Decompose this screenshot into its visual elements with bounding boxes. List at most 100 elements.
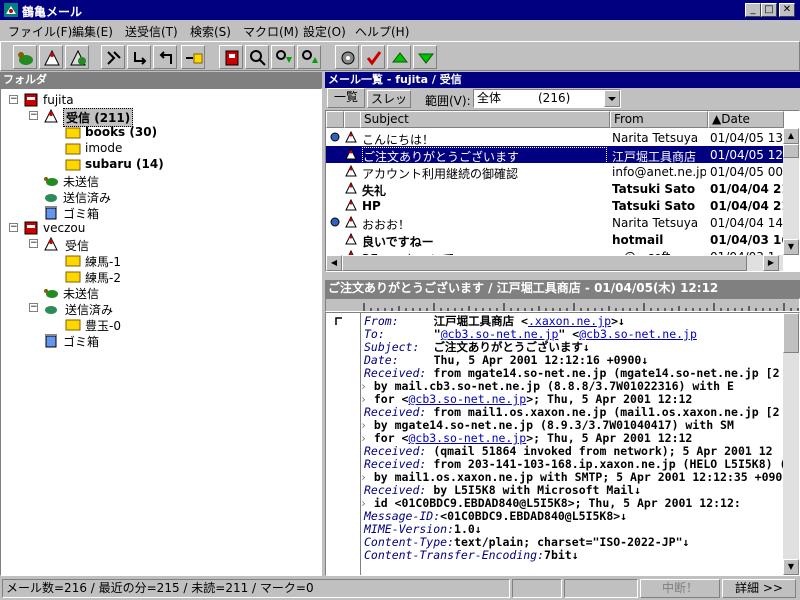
mail-row[interactable]: おおお！Narita Tetsuya01/04/04 14:2 [326, 214, 783, 232]
tree-folder-inbox[interactable]: − 受信 [29, 236, 229, 253]
tree-folder-sent[interactable]: 送信済み [43, 188, 243, 205]
address-book-button[interactable] [219, 45, 243, 69]
stop-button[interactable]: 中断！ [640, 579, 720, 598]
send-receive-button[interactable] [65, 45, 89, 69]
header-value: by mail.cb3.so-net.ne.jp (8.8.8/3.7W0102… [366, 379, 734, 393]
collapse-icon[interactable]: − [9, 95, 18, 104]
close-button[interactable]: ✕ [779, 3, 795, 17]
header-name: Received: [364, 444, 427, 458]
attachment-globe-icon [330, 132, 340, 142]
menu-macro[interactable]: マクロ(M) [243, 23, 299, 40]
scroll-up-button[interactable]: ▲ [783, 128, 799, 144]
range-select[interactable]: 全体 (216) [473, 89, 621, 108]
list-vertical-scrollbar[interactable]: ▲ ▼ [783, 128, 799, 255]
tree-folder-subaru[interactable]: subaru (14) [65, 156, 265, 172]
hscroll-thumb[interactable] [342, 255, 747, 271]
tree-folder-unsent[interactable]: 未送信 [43, 284, 243, 301]
continuation-marker-icon: › [360, 431, 367, 445]
mail-subject: HP [362, 199, 381, 213]
mail-row[interactable]: アカウント利用継続の御確認info@anet.ne.jp01/04/05 00:… [326, 163, 783, 181]
menu-send-receive[interactable]: 送受信(T) [125, 23, 178, 40]
scroll-thumb[interactable] [783, 144, 799, 158]
find-button[interactable] [245, 45, 269, 69]
list-horizontal-scrollbar[interactable]: ◀ ▶ [326, 255, 783, 271]
header-name: Received: [364, 366, 427, 380]
list-tab-row: 一覧 スレッド 範囲(V): 全体 (216) [325, 88, 800, 122]
tree-folder-imode[interactable]: imode [65, 140, 265, 156]
tree-folder-inbox[interactable]: − 受信 (211) [29, 108, 229, 127]
turtle-unsent-icon [44, 289, 58, 298]
tree-account-veczou[interactable]: − veczou [9, 220, 209, 236]
scroll-down-button[interactable]: ▼ [783, 559, 799, 575]
scroll-down-button[interactable]: ▼ [783, 239, 799, 255]
menu-help[interactable]: ヘルプ(H) [355, 23, 409, 40]
menu-settings[interactable]: 設定(O) [303, 23, 346, 40]
reply-all-button[interactable] [101, 45, 125, 69]
details-button[interactable]: 詳細 >> [722, 579, 796, 598]
turtle-sent-icon [45, 306, 57, 314]
email-link[interactable]: @cb3.so-net.ne.jp [441, 327, 559, 341]
tree-folder-trash[interactable]: ゴミ箱 [43, 332, 243, 349]
folder-tree[interactable]: − fujita − 受信 (211) books (30) imode sub… [0, 88, 322, 576]
tree-folder-sent[interactable]: − 送信済み [29, 300, 229, 317]
mail-row[interactable]: 良いですねーhotmail01/04/03 16:1 [326, 231, 783, 249]
tree-folder-unsent[interactable]: 未送信 [43, 172, 243, 189]
header-value: Thu, 5 Apr 2001 12:12:16 +0900↓ [433, 353, 649, 367]
mail-row[interactable]: 失礼Tatsuki Sato01/04/04 21: [326, 180, 783, 198]
settings-button[interactable] [335, 45, 359, 69]
collapse-icon[interactable]: − [29, 303, 38, 312]
dropdown-arrow-icon[interactable] [604, 90, 620, 107]
move-to-folder-button[interactable] [181, 45, 205, 69]
email-link[interactable]: .xaxon.ne.jp [528, 314, 611, 328]
mail-date: 01/04/03 16:1 [710, 233, 783, 247]
mark-button[interactable] [361, 45, 385, 69]
minimize-button[interactable]: _ [745, 3, 761, 17]
preview-vertical-scrollbar[interactable]: ▼ [783, 313, 799, 575]
send-button[interactable] [39, 45, 63, 69]
col-icon-header[interactable] [326, 111, 344, 128]
prev-mail-button[interactable] [387, 45, 411, 69]
tree-folder-nerima-1[interactable]: 練馬-1 [65, 252, 265, 269]
menu-edit[interactable]: 編集(E) [72, 23, 113, 40]
title-bar[interactable]: 鶴亀メール _ □ ✕ [0, 0, 800, 20]
col-from-header[interactable]: From [610, 111, 708, 128]
tab-thread[interactable]: スレッド [367, 90, 411, 122]
tab-list[interactable]: 一覧 [327, 88, 365, 108]
find-prev-button[interactable] [297, 45, 321, 69]
email-link[interactable]: @cb3.so-net.ne.jp [579, 327, 697, 341]
email-link[interactable]: @cb3.so-net.ne.jp [408, 431, 526, 445]
collapse-icon[interactable]: − [9, 223, 18, 232]
mail-date: 01/04/05 00:3 [710, 165, 783, 179]
collapse-icon[interactable]: − [29, 239, 38, 248]
tree-folder-toyotama-0[interactable]: 豊玉-0 [65, 316, 265, 333]
scroll-right-button[interactable]: ▶ [763, 255, 779, 271]
find-next-button[interactable] [271, 45, 295, 69]
tree-folder-nerima-2[interactable]: 練馬-2 [65, 268, 265, 285]
col-date-header[interactable]: ▲Date [708, 111, 784, 128]
folder-icon [65, 159, 81, 171]
receive-button[interactable] [13, 45, 37, 69]
collapse-icon[interactable]: − [29, 111, 38, 120]
scroll-left-button[interactable]: ◀ [326, 255, 342, 271]
header-value: text/plain; charset="ISO-2022-JP"↓ [454, 535, 690, 549]
tree-account-fujita[interactable]: − fujita [9, 92, 209, 108]
menu-search[interactable]: 検索(S) [190, 23, 231, 40]
message-preview[interactable]: From: 江戸堀工具商店 <.xaxon.ne.jp>↓ To: "@cb3.so-… [325, 312, 800, 576]
maximize-button[interactable]: □ [761, 3, 777, 17]
tree-folder-trash[interactable]: ゴミ箱 [43, 204, 243, 221]
next-mail-button[interactable] [413, 45, 437, 69]
mail-row[interactable]: HP Tatsuki Sato 01/04/04 21: [326, 197, 783, 214]
mail-row[interactable]: こんにちは！Narita Tetsuya01/04/05 13:5 [326, 129, 783, 147]
mail-date: 01/04/04 21: [710, 199, 783, 213]
preview-scroll-thumb[interactable] [783, 313, 799, 353]
tree-folder-books[interactable]: books (30) [65, 124, 265, 140]
turtle-unsent-icon [44, 177, 58, 186]
mail-list[interactable]: Subject From ▲Date こんにちは！ Narita Tetsuya 0… [325, 110, 800, 272]
col-subject-header[interactable]: Subject [360, 111, 610, 128]
menu-file[interactable]: ファイル(F) [8, 23, 72, 40]
mail-row[interactable]: ご注文ありがとうございます江戸堀工具商店01/04/05 12:1 [326, 146, 783, 166]
reply-button[interactable] [153, 45, 177, 69]
forward-button[interactable] [127, 45, 151, 69]
status-text: メール数=216 / 最近の分=215 / 未読=211 / マーク=0 [2, 579, 510, 598]
email-link[interactable]: @cb3.so-net.ne.jp [408, 392, 526, 406]
